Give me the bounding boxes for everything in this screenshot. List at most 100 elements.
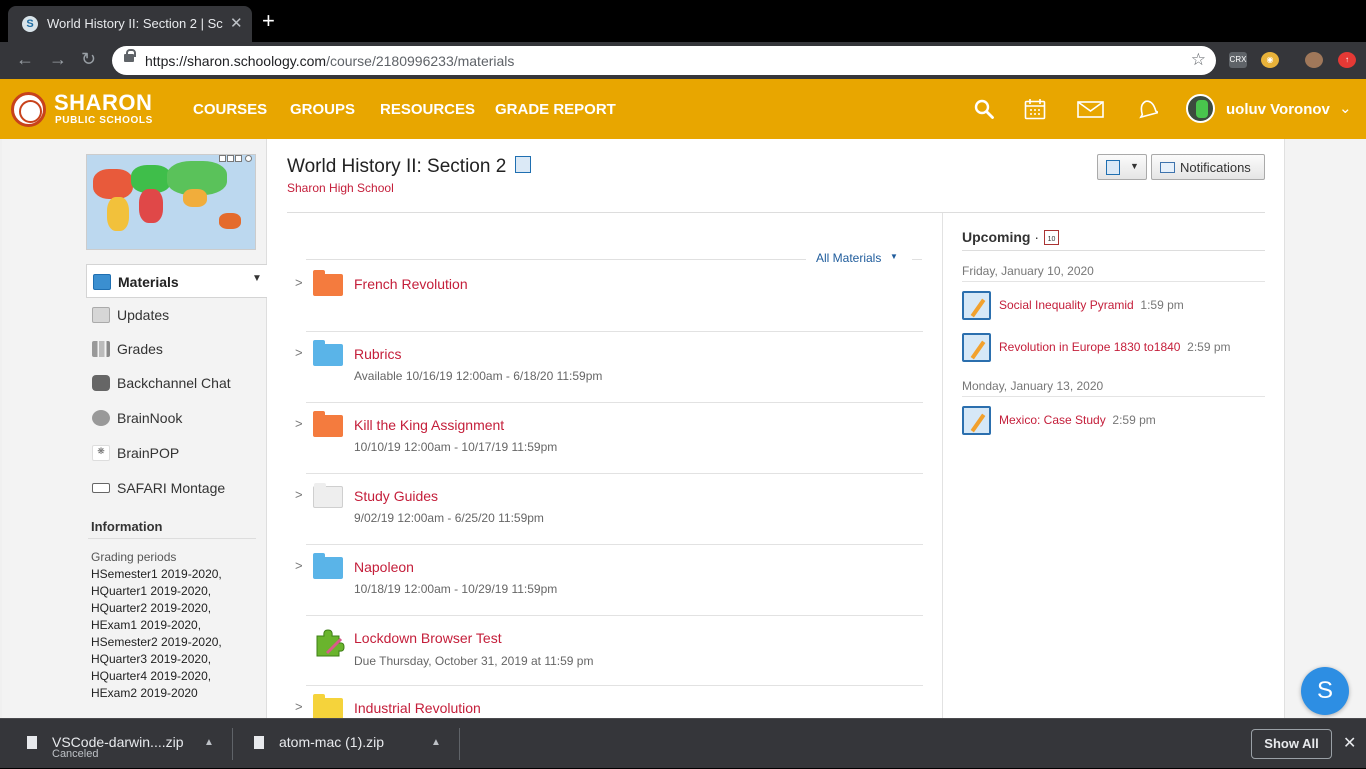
address-bar[interactable]: https://sharon.schoology.com/course/2180… xyxy=(112,46,1216,75)
brainnook-icon xyxy=(92,410,110,426)
chevron-right-icon[interactable]: > xyxy=(295,416,303,431)
chevron-right-icon[interactable]: > xyxy=(295,699,303,714)
upcoming-event-link[interactable]: Revolution in Europe 1830 to1840 2:59 pm xyxy=(999,340,1231,354)
material-row[interactable]: > Industrial Revolution xyxy=(287,685,923,718)
new-tab-button[interactable]: + xyxy=(262,10,275,32)
update-icon[interactable]: ↑ xyxy=(1338,52,1356,68)
extension-owl-icon[interactable]: ◉ xyxy=(1261,52,1279,68)
sidebar-item-updates[interactable]: Updates xyxy=(86,298,267,332)
material-availability: 9/02/19 12:00am - 6/25/20 11:59pm xyxy=(354,511,544,525)
divider xyxy=(232,728,233,760)
zoom-control-icon xyxy=(227,155,234,162)
puzzle-piece-icon xyxy=(316,629,345,657)
material-row[interactable]: > Napoleon 10/18/19 12:00am - 10/29/19 1… xyxy=(287,544,923,615)
back-icon[interactable]: ← xyxy=(16,49,34,70)
material-row[interactable]: Lockdown Browser Test Due Thursday, Octo… xyxy=(287,615,923,686)
upcoming-event-link[interactable]: Social Inequality Pyramid 1:59 pm xyxy=(999,298,1184,312)
sidebar-item-brainnook[interactable]: BrainNook xyxy=(86,401,267,435)
logo-title: SHARON xyxy=(54,90,153,115)
material-row[interactable]: > Study Guides 9/02/19 12:00am - 6/25/20… xyxy=(287,473,923,544)
bookmark-star-icon[interactable]: ☆ xyxy=(1191,50,1206,70)
divider xyxy=(306,544,923,545)
sidebar-item-grades[interactable]: Grades xyxy=(86,332,267,366)
notifications-bell-icon[interactable] xyxy=(1137,98,1158,120)
chevron-right-icon[interactable]: > xyxy=(295,345,303,360)
schoology-chat-button[interactable]: S xyxy=(1301,667,1349,715)
sharon-seal-logo-icon[interactable] xyxy=(11,92,46,127)
chevron-down-icon[interactable]: ⌄ xyxy=(1339,99,1352,117)
material-title[interactable]: Rubrics xyxy=(354,346,401,362)
calendar-icon[interactable]: 10 xyxy=(1044,230,1059,245)
user-name[interactable]: uoluv Voronov xyxy=(1226,101,1330,118)
sidebar-item-label: BrainNook xyxy=(117,410,183,426)
browser-tab[interactable]: S World History II: Section 2 | Schoolog… xyxy=(8,6,252,42)
grading-period: HQuarter1 2019-2020, xyxy=(91,584,212,598)
close-icon[interactable]: ✕ xyxy=(1343,733,1356,753)
grading-period: HQuarter3 2019-2020, xyxy=(91,652,212,666)
divider xyxy=(88,538,256,539)
zoom-control-icon xyxy=(219,155,226,162)
school-link[interactable]: Sharon High School xyxy=(287,181,394,195)
material-title[interactable]: French Revolution xyxy=(354,276,468,292)
sidebar-item-label: Updates xyxy=(117,307,170,323)
course-options-button[interactable]: ▼ xyxy=(1097,154,1147,180)
notifications-button-label: Notifications xyxy=(1180,160,1251,175)
reload-icon[interactable]: ↻ xyxy=(81,49,96,70)
download-status: Canceled xyxy=(52,748,99,760)
calendar-icon[interactable] xyxy=(1024,98,1046,120)
divider xyxy=(306,473,923,474)
grading-period: HSemester2 2019-2020, xyxy=(91,635,222,649)
messages-envelope-icon[interactable] xyxy=(1077,101,1104,118)
nav-resources[interactable]: RESOURCES xyxy=(380,101,475,118)
folder-icon xyxy=(313,411,343,437)
sidebar-item-safari-montage[interactable]: SAFARI Montage xyxy=(86,471,267,505)
material-row[interactable]: > Kill the King Assignment 10/10/19 12:0… xyxy=(287,402,923,473)
caret-down-icon: ▼ xyxy=(1130,161,1139,171)
url-text: https://sharon.schoology.com/course/2180… xyxy=(145,53,515,69)
right-gutter xyxy=(1284,139,1366,718)
chevron-up-icon[interactable]: ▲ xyxy=(204,737,214,748)
search-icon[interactable] xyxy=(974,99,994,119)
material-row[interactable]: > French Revolution xyxy=(287,261,923,332)
material-title[interactable]: Napoleon xyxy=(354,559,414,575)
grading-periods-label: Grading periods xyxy=(91,550,177,564)
materials-icon xyxy=(93,274,111,290)
nav-courses[interactable]: COURSES xyxy=(193,101,267,118)
caret-down-icon[interactable]: ▼ xyxy=(252,273,262,284)
lock-icon xyxy=(124,49,136,62)
grading-period: HQuarter2 2019-2020, xyxy=(91,601,212,615)
chevron-right-icon[interactable]: > xyxy=(295,275,303,290)
upcoming-event-link[interactable]: Mexico: Case Study 2:59 pm xyxy=(999,413,1156,427)
sidebar-item-brainpop[interactable]: ❋ BrainPOP xyxy=(86,436,267,470)
forward-icon[interactable]: → xyxy=(49,49,67,70)
profile-avatar[interactable] xyxy=(1305,52,1323,68)
download-item[interactable]: atom-mac (1).zip ▲ xyxy=(254,719,454,769)
sidebar-item-backchannel-chat[interactable]: Backchannel Chat xyxy=(86,366,267,400)
notifications-button[interactable]: Notifications xyxy=(1151,154,1265,180)
browser-toolbar: ← → ↻ https://sharon.schoology.com/cours… xyxy=(0,42,1366,79)
chevron-right-icon[interactable]: > xyxy=(295,487,303,502)
nav-grade-report[interactable]: GRADE REPORT xyxy=(495,101,616,118)
material-row[interactable]: > Rubrics Available 10/16/19 12:00am - 6… xyxy=(287,331,923,402)
course-profile-map-image xyxy=(86,154,256,250)
nav-groups[interactable]: GROUPS xyxy=(290,101,355,118)
material-title[interactable]: Industrial Revolution xyxy=(354,700,481,716)
folder-icon xyxy=(313,553,343,579)
chat-icon xyxy=(92,375,110,391)
crx-extension-icon[interactable]: CRX xyxy=(1229,52,1247,68)
grading-period: HQuarter4 2019-2020, xyxy=(91,669,212,683)
chevron-up-icon[interactable]: ▲ xyxy=(431,737,441,748)
material-title[interactable]: Kill the King Assignment xyxy=(354,417,504,433)
download-filename: atom-mac (1).zip xyxy=(279,734,385,750)
chevron-right-icon[interactable]: > xyxy=(295,558,303,573)
divider xyxy=(306,685,923,686)
material-title[interactable]: Study Guides xyxy=(354,488,438,504)
material-availability: 10/10/19 12:00am - 10/17/19 11:59pm xyxy=(354,440,558,454)
material-title[interactable]: Lockdown Browser Test xyxy=(354,630,502,646)
user-avatar[interactable] xyxy=(1186,94,1215,123)
download-item[interactable]: VSCode-darwin....zip Canceled ▲ xyxy=(27,719,227,769)
sidebar-item-materials[interactable]: Materials ▼ xyxy=(86,264,267,298)
close-tab-icon[interactable]: ✕ xyxy=(230,14,243,32)
show-all-button[interactable]: Show All xyxy=(1251,729,1332,759)
caret-down-icon[interactable]: ▼ xyxy=(890,252,898,261)
